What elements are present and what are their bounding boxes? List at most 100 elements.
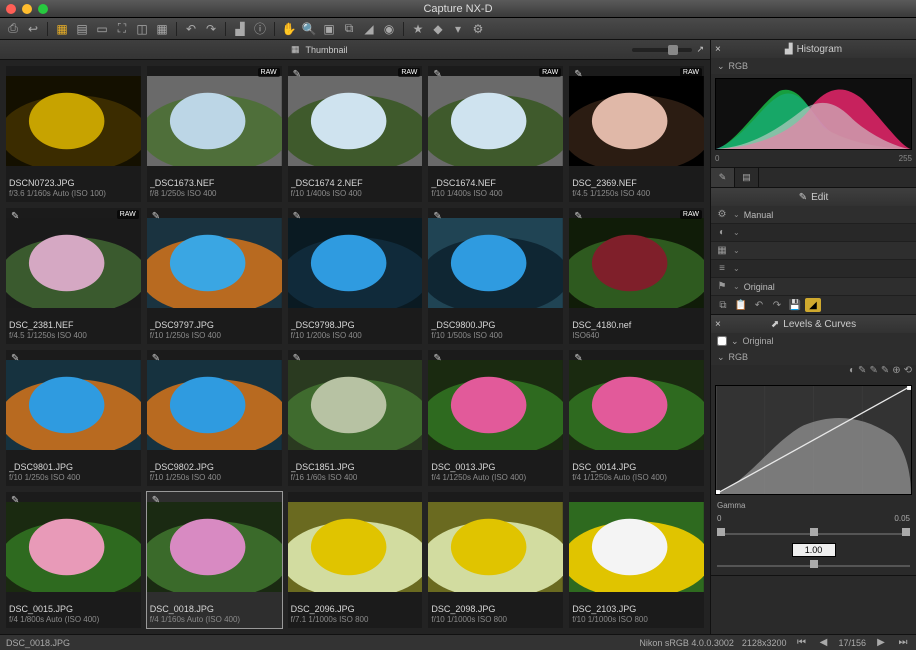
prev-icon[interactable]: ◀ [816, 637, 830, 649]
levels-preset-row[interactable]: ⌄ Original [711, 333, 916, 349]
auto-contrast-icon[interactable]: ◐ [849, 365, 855, 381]
compare-4-icon[interactable]: ▦ [153, 20, 171, 38]
redo-icon[interactable]: ↷ [769, 298, 785, 312]
chevron-down-icon: ⌄ [733, 264, 740, 273]
info-icon[interactable]: ⓘ [251, 20, 269, 38]
thumbnail-cell[interactable]: DSC_2103.JPGf/10 1/1000s ISO 800 [569, 492, 704, 628]
thumbnail-cell[interactable]: ✎_DSC1851.JPGf/16 1/60s ISO 400 [288, 350, 423, 486]
levels-curves-panel: × ⬈ Levels & Curves ⌄ Original ⌄ RGB ◐ ✎… [711, 315, 916, 576]
levels-enable-checkbox[interactable] [717, 336, 727, 346]
histogram-icon: ▟ [785, 44, 793, 55]
thumbnail-view-icon[interactable]: ▦ [53, 20, 71, 38]
thumbnail-cell[interactable]: ✎_DSC9800.JPGf/10 1/500s ISO 400 [428, 208, 563, 344]
crop-icon[interactable]: ⧉ [340, 20, 358, 38]
chevron-down-icon: ⌄ [733, 210, 740, 219]
edit-row-wb[interactable]: ◐ ⌄ [711, 224, 916, 242]
gray-point-icon[interactable]: ◉ [380, 20, 398, 38]
thumbnail-cell[interactable]: ✎DSC_0018.JPGf/4 1/160s Auto (ISO 400) [147, 492, 282, 628]
copy-icon[interactable]: ⧉ [715, 298, 731, 312]
thumbnail-cell[interactable]: DSC_2098.JPGf/10 1/1000s ISO 800 [428, 492, 563, 628]
fit-icon[interactable]: ▣ [320, 20, 338, 38]
edit-mini-toolbar: ⧉ 📋 ↶ ↷ 💾 ◢ [711, 296, 916, 314]
output-slider[interactable] [717, 559, 910, 573]
gamma-input[interactable] [792, 543, 836, 557]
apply-icon[interactable]: ◢ [805, 298, 821, 312]
white-point-handle[interactable] [902, 528, 910, 536]
tab-edit[interactable]: ✎ [711, 168, 735, 187]
settings-icon[interactable]: ⚙ [469, 20, 487, 38]
thumbnail-cell[interactable]: RAW✎_DSC1674.NEFf/10 1/400s ISO 400 [428, 66, 563, 202]
thumbnail-browser: ▦ Thumbnail ↗ DSCN0723.JPGf/3.6 1/160s A… [0, 40, 710, 634]
thumbnail-size-slider[interactable] [632, 48, 692, 52]
levels-channel: RGB [729, 352, 749, 362]
thumbnail-cell[interactable]: RAW✎DSC_4180.nefISO640 [569, 208, 704, 344]
zoom-icon[interactable]: 🔍 [300, 20, 318, 38]
last-icon[interactable]: ⏭ [896, 637, 910, 649]
thumbnail-cell[interactable]: RAW✎DSC_2381.NEFf/4.5 1/1250s ISO 400 [6, 208, 141, 344]
histogram-icon[interactable]: ▟ [231, 20, 249, 38]
white-picker-icon[interactable]: ✎ [881, 365, 889, 381]
hand-icon[interactable]: ✋ [280, 20, 298, 38]
thumbnail-image: RAW✎ [288, 66, 423, 176]
save-icon[interactable]: 💾 [787, 298, 803, 312]
reset-icon[interactable]: ⟲ [904, 365, 912, 381]
back-icon[interactable]: ↩ [24, 20, 42, 38]
label-icon[interactable]: ◆ [429, 20, 447, 38]
add-point-icon[interactable]: ⊕ [892, 365, 900, 381]
undo-icon[interactable]: ↶ [751, 298, 767, 312]
image-view-icon[interactable]: ▭ [93, 20, 111, 38]
output-handle[interactable] [810, 560, 818, 568]
contrast-icon: ◐ [715, 227, 729, 238]
flag-icon: ⚑ [715, 281, 729, 292]
thumbnail-cell[interactable]: ✎_DSC9798.JPGf/10 1/200s ISO 400 [288, 208, 423, 344]
close-icon[interactable]: × [715, 44, 721, 55]
thumbnail-cell[interactable]: ✎DSC_0014.JPGf/4 1/1250s Auto (ISO 400) [569, 350, 704, 486]
thumbnail-exif: f/3.6 1/160s Auto (ISO 100) [9, 189, 138, 199]
list-view-icon[interactable]: ▤ [73, 20, 91, 38]
thumbnail-filename: _DSC1674 2.NEF [291, 178, 420, 189]
print-icon[interactable]: ⎙ [4, 20, 22, 38]
next-icon[interactable]: ▶ [874, 637, 888, 649]
thumbnail-exif: f/4 1/1250s Auto (ISO 400) [572, 473, 701, 483]
edited-icon: ✎ [430, 210, 444, 223]
first-icon[interactable]: ⏮ [794, 637, 808, 649]
chevron-down-icon: ⌄ [733, 228, 740, 237]
thumbnail-cell[interactable]: ✎_DSC9802.JPGf/10 1/250s ISO 400 [147, 350, 282, 486]
gamma-handle[interactable] [810, 528, 818, 536]
levels-channel-row[interactable]: ⌄ RGB [711, 349, 916, 365]
straighten-icon[interactable]: ◢ [360, 20, 378, 38]
edit-row-exposure[interactable]: ⚙ ⌄ Manual [711, 206, 916, 224]
paste-icon[interactable]: 📋 [733, 298, 749, 312]
rotate-ccw-icon[interactable]: ↶ [182, 20, 200, 38]
thumbnail-cell[interactable]: ✎DSC_0015.JPGf/4 1/800s Auto (ISO 400) [6, 492, 141, 628]
expand-icon[interactable]: ↗ [696, 44, 704, 55]
black-point-handle[interactable] [717, 528, 725, 536]
filter-icon[interactable]: ▾ [449, 20, 467, 38]
close-icon[interactable]: × [715, 319, 721, 330]
curves-canvas[interactable] [715, 385, 912, 495]
rotate-cw-icon[interactable]: ↷ [202, 20, 220, 38]
histogram-channel-row[interactable]: ⌄ RGB [711, 58, 916, 74]
thumbnail-view-mode-icon[interactable]: ▦ [291, 44, 300, 55]
black-picker-icon[interactable]: ✎ [858, 365, 866, 381]
thumbnail-cell[interactable]: RAW✎DSC_2369.NEFf/4.5 1/1250s ISO 400 [569, 66, 704, 202]
tab-metadata[interactable]: ▤ [735, 168, 759, 187]
gamma-slider[interactable] [717, 527, 910, 541]
edit-row-original[interactable]: ⚑ ⌄ Original [711, 278, 916, 296]
thumbnail-cell[interactable]: RAW✎_DSC1674 2.NEFf/10 1/400s ISO 400 [288, 66, 423, 202]
fullscreen-icon[interactable]: ⛶ [113, 20, 131, 38]
thumbnail-cell[interactable]: DSC_2096.JPGf/7.1 1/1000s ISO 800 [288, 492, 423, 628]
gray-picker-icon[interactable]: ✎ [869, 365, 877, 381]
edited-icon: ✎ [571, 352, 585, 365]
thumbnail-cell[interactable]: RAW_DSC1673.NEFf/8 1/250s ISO 400 [147, 66, 282, 202]
edit-row-nr[interactable]: ≡ ⌄ [711, 260, 916, 278]
thumbnail-cell[interactable]: ✎_DSC9797.JPGf/10 1/250s ISO 400 [147, 208, 282, 344]
compare-icon[interactable]: ◫ [133, 20, 151, 38]
thumbnail-cell[interactable]: DSCN0723.JPGf/3.6 1/160s Auto (ISO 100) [6, 66, 141, 202]
thumbnail-exif: f/10 1/200s ISO 400 [291, 331, 420, 341]
thumbnail-cell[interactable]: ✎DSC_0013.JPGf/4 1/1250s Auto (ISO 400) [428, 350, 563, 486]
thumbnail-cell[interactable]: ✎_DSC9801.JPGf/10 1/250s ISO 400 [6, 350, 141, 486]
rating-icon[interactable]: ★ [409, 20, 427, 38]
edit-row-picture[interactable]: ▦ ⌄ [711, 242, 916, 260]
thumbnail-exif: f/8 1/250s ISO 400 [150, 189, 279, 199]
